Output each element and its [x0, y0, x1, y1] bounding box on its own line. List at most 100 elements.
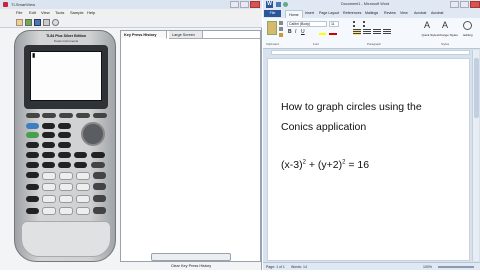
- bold-button[interactable]: B: [288, 29, 292, 35]
- key-2[interactable]: [59, 195, 73, 203]
- key-multiply[interactable]: [93, 172, 106, 179]
- key-1[interactable]: [42, 195, 56, 203]
- menu-edit[interactable]: Edit: [29, 9, 36, 17]
- key-log[interactable]: [26, 172, 39, 178]
- highlight-icon[interactable]: [319, 30, 326, 35]
- calculator-screen[interactable]: ▮: [30, 51, 102, 101]
- font-size-box[interactable]: 11: [329, 21, 339, 27]
- font-name-box[interactable]: Calibri (Body): [287, 21, 327, 27]
- maximize-button[interactable]: [240, 1, 249, 8]
- menu-view[interactable]: View: [41, 9, 50, 17]
- save-icon[interactable]: [34, 19, 41, 26]
- italic-button[interactable]: I: [295, 29, 296, 35]
- align-center-icon[interactable]: [363, 29, 371, 35]
- key-on[interactable]: [26, 208, 39, 214]
- tab-mailings[interactable]: Mailings: [365, 9, 378, 18]
- key-6[interactable]: [76, 183, 90, 191]
- close-button[interactable]: [250, 1, 260, 8]
- qat-save-icon[interactable]: [276, 2, 281, 7]
- menu-tools[interactable]: Tools: [55, 9, 64, 17]
- scroll-thumb[interactable]: [474, 58, 479, 118]
- align-right-icon[interactable]: [373, 29, 381, 35]
- format-painter-icon[interactable]: [279, 33, 283, 37]
- justify-icon[interactable]: [383, 29, 391, 35]
- key-decimal[interactable]: [59, 207, 73, 215]
- key-del[interactable]: [58, 123, 71, 129]
- key-x-inverse[interactable]: [26, 152, 39, 158]
- key-apps[interactable]: [42, 142, 55, 148]
- key-clear[interactable]: [91, 152, 105, 158]
- key-lparen[interactable]: [58, 162, 71, 168]
- tab-acrobat[interactable]: Acrobat: [414, 9, 426, 18]
- numbering-icon[interactable]: [363, 21, 371, 27]
- tab-key-press-history[interactable]: Key Press History: [121, 31, 167, 39]
- key-alpha[interactable]: [26, 132, 39, 138]
- word-minimize-button[interactable]: [450, 1, 459, 8]
- capture-icon[interactable]: [43, 19, 50, 26]
- menu-sample[interactable]: Sample: [70, 9, 84, 17]
- word-maximize-button[interactable]: [460, 1, 469, 8]
- key-7[interactable]: [42, 172, 56, 180]
- key-graph[interactable]: [93, 113, 107, 118]
- tab-home[interactable]: Home: [285, 10, 303, 18]
- key-vars[interactable]: [74, 152, 87, 158]
- align-left-icon[interactable]: [353, 29, 361, 35]
- key-prgm[interactable]: [58, 142, 71, 148]
- quick-styles-button[interactable]: A Quick Styles: [421, 20, 439, 38]
- font-color-icon[interactable]: [329, 30, 337, 35]
- key-8[interactable]: [59, 172, 73, 180]
- key-divide[interactable]: [91, 162, 105, 168]
- cut-icon[interactable]: [279, 21, 283, 25]
- change-styles-button[interactable]: A Change Styles: [438, 20, 458, 38]
- tab-page-layout[interactable]: Page Layout: [319, 9, 339, 18]
- key-stat[interactable]: [58, 132, 71, 138]
- key-cos[interactable]: [58, 152, 71, 158]
- tab-acrobat-2[interactable]: Acrobat: [431, 9, 443, 18]
- editing-button[interactable]: Editing: [459, 20, 477, 38]
- settings-icon[interactable]: [52, 19, 59, 26]
- key-zoom[interactable]: [59, 113, 73, 118]
- key-ln[interactable]: [26, 184, 39, 190]
- tab-view[interactable]: View: [400, 9, 408, 18]
- menu-file[interactable]: File: [16, 9, 22, 17]
- key-rparen[interactable]: [74, 162, 87, 168]
- key-minus[interactable]: [93, 183, 106, 190]
- key-2nd[interactable]: [26, 123, 39, 129]
- menu-help[interactable]: Help: [87, 9, 95, 17]
- key-mode[interactable]: [42, 123, 55, 129]
- tab-large-screen[interactable]: Large Screen: [169, 31, 203, 39]
- key-sin[interactable]: [42, 152, 55, 158]
- tab-insert[interactable]: Insert: [305, 9, 314, 18]
- zoom-slider[interactable]: [438, 266, 474, 268]
- clear-history-button[interactable]: Clear Key Press History: [151, 253, 231, 268]
- minimize-button[interactable]: [230, 1, 239, 8]
- key-enter[interactable]: [93, 207, 106, 214]
- key-0[interactable]: [42, 207, 56, 215]
- key-comma[interactable]: [42, 162, 55, 168]
- underline-button[interactable]: U: [301, 29, 305, 35]
- ruler[interactable]: [271, 50, 470, 55]
- key-9[interactable]: [76, 172, 90, 180]
- qat-undo-icon[interactable]: [283, 2, 288, 7]
- key-xtn[interactable]: [42, 132, 55, 138]
- key-4[interactable]: [42, 183, 56, 191]
- key-3[interactable]: [76, 195, 90, 203]
- open-icon[interactable]: [25, 19, 32, 26]
- new-icon[interactable]: [16, 19, 23, 26]
- key-plus[interactable]: [93, 195, 106, 202]
- key-y-equals[interactable]: [26, 113, 40, 118]
- key-window[interactable]: [42, 113, 56, 118]
- key-trace[interactable]: [76, 113, 90, 118]
- key-math[interactable]: [26, 142, 39, 148]
- tab-references[interactable]: References: [343, 9, 361, 18]
- file-tab[interactable]: File: [264, 10, 281, 17]
- tab-review[interactable]: Review: [384, 9, 396, 18]
- key-sto[interactable]: [26, 196, 39, 202]
- vertical-scrollbar[interactable]: [472, 50, 479, 261]
- arrow-pad[interactable]: [81, 122, 105, 146]
- copy-icon[interactable]: [279, 27, 283, 31]
- word-close-button[interactable]: [470, 1, 480, 8]
- bullets-icon[interactable]: [353, 21, 361, 27]
- key-negative[interactable]: [76, 207, 90, 215]
- document-page[interactable]: How to graph circles using the Conics ap…: [267, 58, 470, 261]
